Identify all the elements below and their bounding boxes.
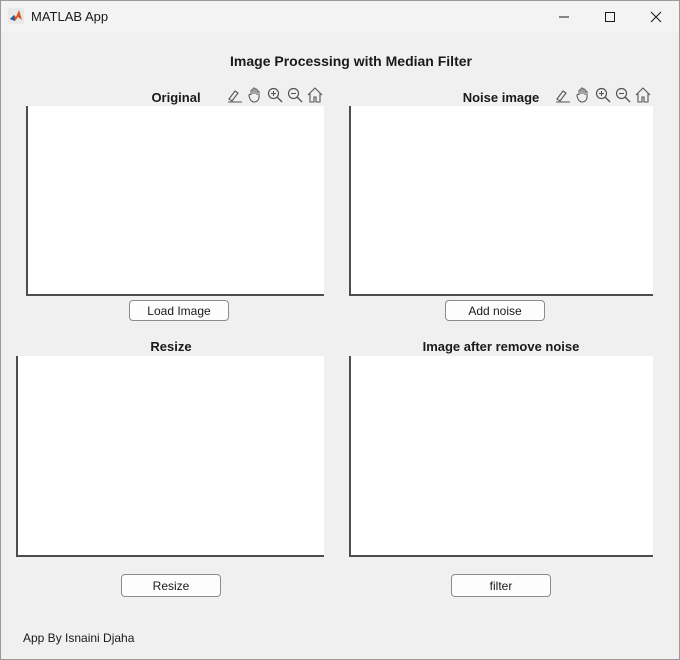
maximize-button[interactable] (587, 1, 633, 32)
close-icon (650, 11, 662, 22)
original-axes-toolbar (226, 85, 324, 105)
author-credit: App By Isnaini Djaha (23, 631, 135, 645)
zoom-in-icon[interactable] (266, 86, 284, 104)
filtered-image-axes[interactable] (349, 356, 653, 557)
brush-icon[interactable] (554, 86, 572, 104)
filter-button[interactable]: filter (451, 574, 551, 597)
resize-image-axes[interactable] (16, 356, 324, 557)
filtered-axes-title: Image after remove noise (422, 339, 580, 354)
resize-axes-title: Resize (150, 339, 192, 354)
zoom-in-icon[interactable] (594, 86, 612, 104)
maximize-icon (605, 11, 615, 22)
noise-axes-title: Noise image (462, 90, 540, 105)
title-bar[interactable]: MATLAB App (1, 1, 679, 32)
pan-icon[interactable] (574, 86, 592, 104)
original-axes-title: Original (151, 90, 201, 105)
pan-icon[interactable] (246, 86, 264, 104)
close-button[interactable] (633, 1, 679, 32)
home-icon[interactable] (306, 86, 324, 104)
add-noise-button[interactable]: Add noise (445, 300, 545, 321)
load-image-button[interactable]: Load Image (129, 300, 229, 321)
app-heading: Image Processing with Median Filter (230, 53, 472, 69)
original-image-axes[interactable] (26, 106, 324, 296)
app-window: MATLAB App Image Processing with Median … (0, 0, 680, 660)
zoom-out-icon[interactable] (286, 86, 304, 104)
window-title: MATLAB App (31, 9, 109, 24)
brush-icon[interactable] (226, 86, 244, 104)
minimize-button[interactable] (541, 1, 587, 32)
minimize-icon (559, 16, 569, 17)
noise-axes-toolbar (554, 85, 652, 105)
resize-button[interactable]: Resize (121, 574, 221, 597)
zoom-out-icon[interactable] (614, 86, 632, 104)
home-icon[interactable] (634, 86, 652, 104)
matlab-logo-icon (8, 8, 24, 24)
noise-image-axes[interactable] (349, 106, 653, 296)
